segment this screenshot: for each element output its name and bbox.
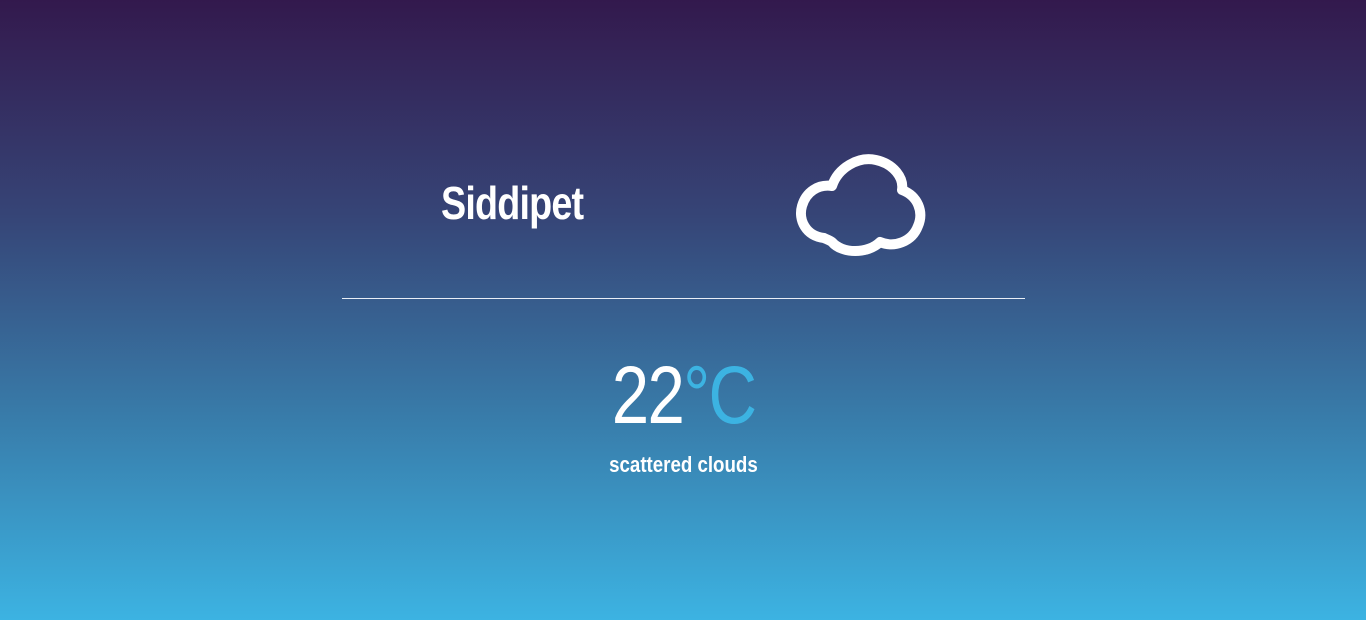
- temperature-unit: °C: [683, 350, 757, 441]
- divider: [342, 298, 1025, 299]
- temperature-display: 22°C: [342, 355, 1025, 437]
- weather-card: Siddipet 22°C scattered clouds: [342, 150, 1025, 490]
- temperature-value: 22: [611, 350, 685, 441]
- cloud-icon: [794, 150, 926, 260]
- city-name: Siddipet: [441, 177, 584, 229]
- weather-description-text: scattered clouds: [609, 452, 758, 477]
- weather-description: scattered clouds: [342, 452, 1025, 478]
- weather-header: Siddipet: [342, 150, 1025, 298]
